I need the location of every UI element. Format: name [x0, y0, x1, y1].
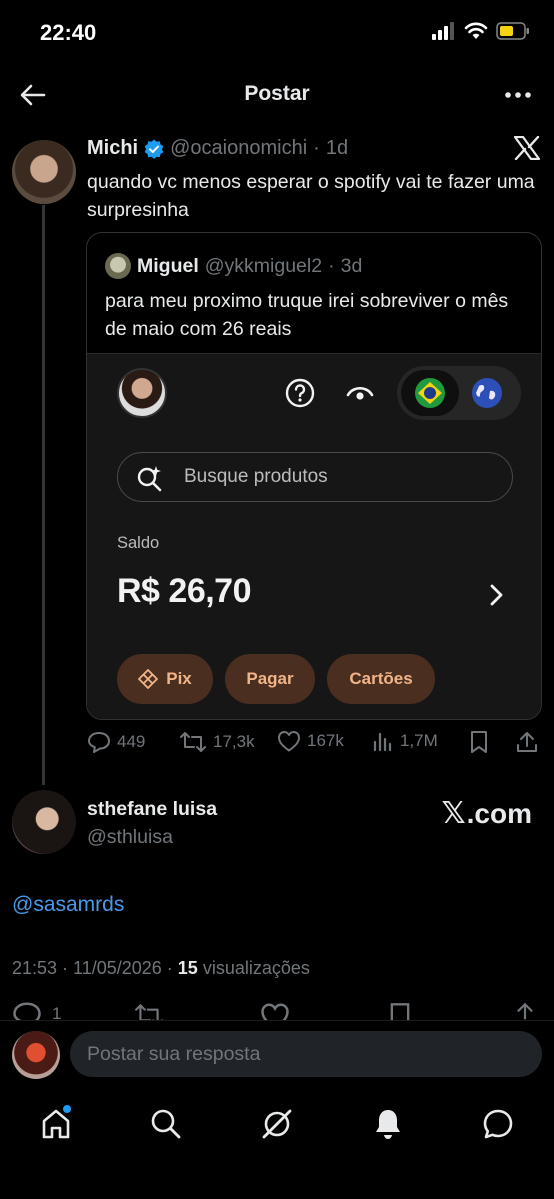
reply-actions-partial: 1: [0, 998, 554, 1020]
reply-count: 1: [52, 1004, 62, 1020]
balance-value: R$ 26,70: [117, 572, 252, 610]
more-icon: [505, 92, 531, 98]
chat-icon: [483, 1109, 513, 1139]
repost-icon: [180, 732, 206, 752]
quoted-post[interactable]: Miguel @ykkmiguel2 · 3d para meu proximo…: [86, 232, 542, 720]
timestamp-text: 21:53 · 11/05/2026 ·: [12, 958, 178, 978]
battery-icon: [496, 22, 529, 40]
post-actions: 449 17,3k 167k 1,7M: [87, 730, 542, 760]
tab-home[interactable]: [36, 1104, 76, 1144]
verified-badge-icon: [144, 139, 164, 159]
status-time: 22:40: [40, 20, 97, 45]
separator: ·: [328, 254, 335, 277]
status-icons: [432, 22, 530, 40]
notification-dot: [63, 1105, 71, 1113]
separator: ·: [313, 137, 320, 159]
reply-button[interactable]: 449: [87, 730, 145, 754]
tab-messages[interactable]: [478, 1104, 518, 1144]
x-com-watermark: 𝕏 .com: [441, 796, 532, 831]
post-timestamp: 21:53 · 11/05/2026 · 15 visualizações: [12, 958, 310, 979]
eye-icon: [346, 386, 374, 400]
bottom-tab-bar: [0, 1092, 554, 1199]
quote-author-handle: @ykkmiguel2: [204, 254, 323, 277]
view-label: visualizações: [197, 958, 310, 978]
views-count: 1,7M: [400, 731, 438, 750]
brazil-flag-icon: [401, 370, 459, 416]
reply-input[interactable]: Postar sua resposta: [70, 1031, 542, 1077]
quote-header: Miguel @ykkmiguel2 · 3d: [105, 253, 362, 279]
embed-avatar: [117, 368, 167, 418]
cards-button: Cartões: [327, 654, 435, 704]
pay-button: Pagar: [225, 654, 315, 704]
quote-author-name: Miguel: [137, 254, 199, 277]
x-logo-icon: [514, 136, 540, 160]
more-options-button[interactable]: [498, 80, 538, 110]
search-placeholder: Busque produtos: [184, 466, 328, 487]
chevron-right-icon: [490, 584, 503, 606]
pix-button: Pix: [117, 654, 213, 704]
reply-icon[interactable]: [12, 1000, 42, 1020]
pix-icon: [138, 669, 159, 689]
repost-button[interactable]: 17,3k: [179, 730, 255, 754]
avatar[interactable]: [12, 790, 76, 854]
bookmark-icon[interactable]: [388, 1002, 412, 1020]
nav-header: Postar: [0, 70, 554, 120]
reply-composer: Postar sua resposta: [0, 1020, 554, 1086]
view-count: 15: [177, 958, 198, 978]
post-text: quando vc menos esperar o spotify vai te…: [87, 171, 535, 221]
author-name[interactable]: Michi: [87, 137, 138, 160]
tab-notifications[interactable]: [368, 1104, 408, 1144]
reply-icon: [88, 732, 110, 753]
share-icon[interactable]: [512, 1000, 538, 1020]
heart-icon: [278, 731, 300, 752]
like-count: 167k: [307, 731, 344, 750]
pix-label: Pix: [166, 669, 192, 688]
search-box: Busque produtos: [117, 452, 513, 502]
bookmark-button[interactable]: [469, 730, 489, 754]
reply-input-placeholder: Postar sua resposta: [87, 1043, 261, 1065]
x-com-domain: .com: [466, 797, 532, 829]
status-bar: 22:40: [0, 0, 554, 70]
pay-label: Pagar: [246, 669, 294, 688]
quote-age: 3d: [340, 254, 363, 277]
search-icon: [151, 1109, 181, 1139]
reply-count: 449: [117, 732, 146, 751]
mention-link[interactable]: @sasamrds: [12, 893, 124, 917]
quote-avatar[interactable]: [105, 253, 131, 279]
share-button[interactable]: [515, 730, 539, 754]
bell-icon: [376, 1110, 400, 1139]
balance-label: Saldo: [117, 534, 160, 552]
help-icon: [285, 378, 315, 408]
thread-line: [42, 205, 45, 785]
globe-icon: [469, 375, 505, 411]
cards-label: Cartões: [349, 669, 413, 688]
x-com-logo: 𝕏: [441, 797, 466, 830]
post-header: Michi @ocaionomichi · 1d: [87, 137, 348, 160]
like-button[interactable]: 167k: [277, 730, 344, 752]
quote-text: para meu proximo truque irei sobreviver …: [105, 290, 509, 340]
reply-author-name[interactable]: sthefane luisa: [87, 798, 217, 821]
tab-search[interactable]: [146, 1104, 186, 1144]
my-avatar: [12, 1031, 60, 1079]
repost-icon[interactable]: [134, 1002, 164, 1020]
author-handle[interactable]: @ocaionomichi: [170, 137, 307, 160]
post-age: 1d: [325, 137, 349, 159]
repost-count: 17,3k: [213, 732, 255, 751]
share-icon: [517, 732, 537, 752]
tab-grok[interactable]: [257, 1104, 297, 1144]
avatar[interactable]: [12, 140, 76, 204]
region-toggle: [397, 366, 521, 420]
signal-icon: [432, 22, 454, 40]
search-sparkle-icon: [137, 466, 162, 492]
heart-icon[interactable]: [260, 1002, 290, 1020]
views-button[interactable]: 1,7M: [372, 730, 438, 752]
reply-author-handle[interactable]: @sthluisa: [87, 826, 173, 849]
views-icon: [373, 732, 392, 752]
wifi-icon: [464, 22, 488, 39]
bookmark-icon: [471, 731, 487, 753]
page-title: Postar: [244, 82, 310, 105]
embedded-screenshot[interactable]: Busque produtos Saldo R$ 26,70 Pix Pagar…: [87, 353, 541, 719]
grok-icon: [262, 1109, 292, 1139]
